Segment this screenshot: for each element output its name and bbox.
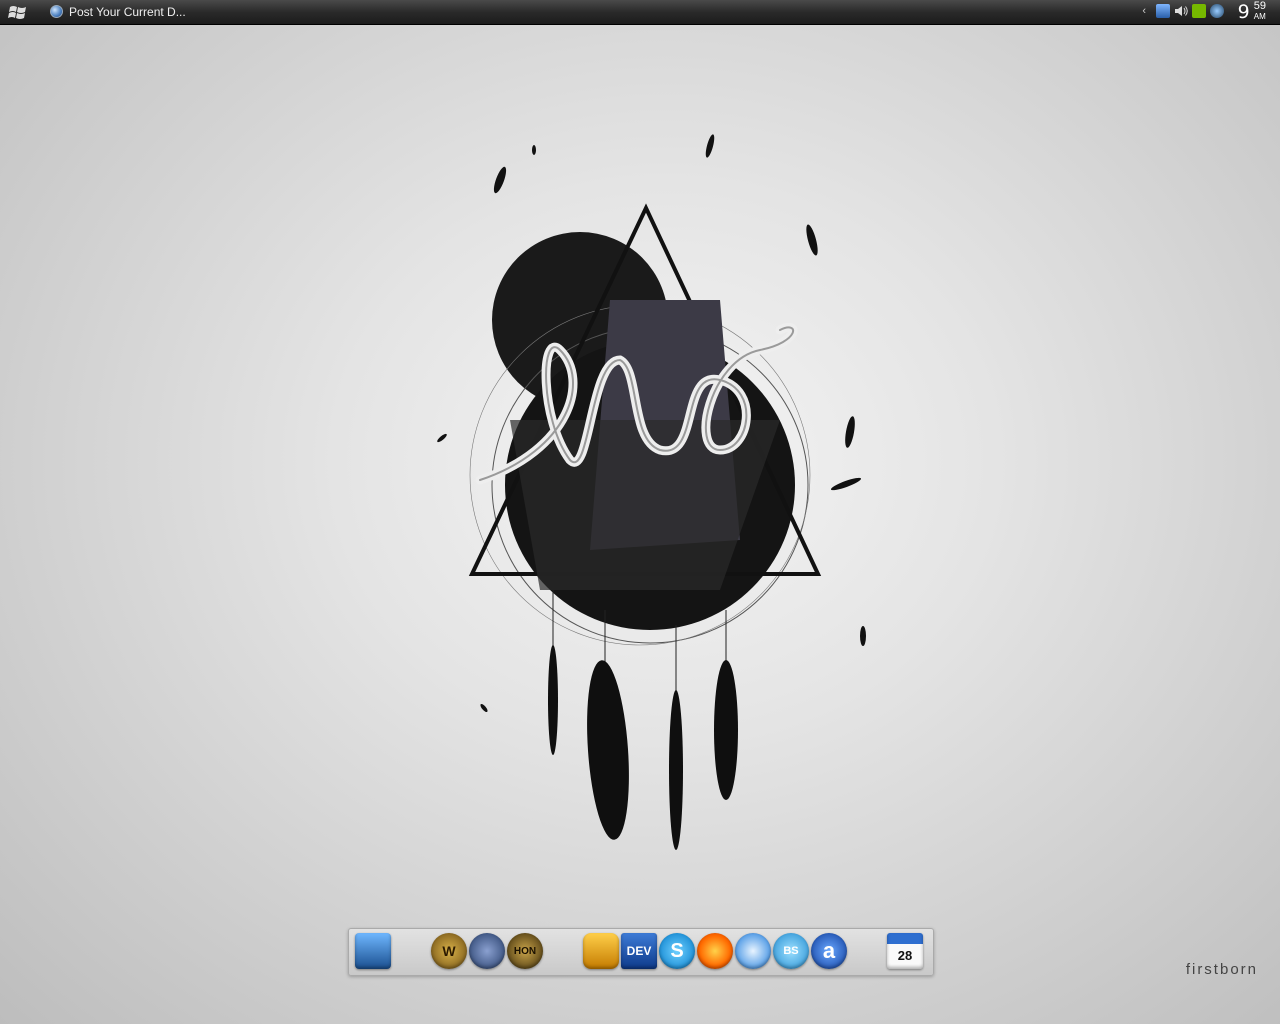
dev-cpp-icon[interactable]: DEV [621,933,657,969]
safari-icon[interactable] [735,933,771,969]
tray-expand-arrow[interactable]: ‹ [1142,5,1146,17]
clock-hour: 9 [1237,1,1250,23]
nvidia-icon[interactable] [1192,4,1206,18]
window-title: Post Your Current D... [69,4,186,19]
aim-icon[interactable]: a [811,933,847,969]
dock: W HON DEV S BS a 28 [348,928,934,976]
clock-minute: 59 [1253,0,1266,12]
network-icon[interactable] [1156,4,1170,18]
taskbar-window-button[interactable]: Post Your Current D... [46,2,200,21]
world-of-warcraft-icon[interactable]: W [431,933,467,969]
update-icon[interactable] [1210,4,1224,18]
system-tray: ‹ [1142,4,1224,18]
wallpaper-dreamcatcher-art [437,134,866,850]
volume-icon[interactable] [1174,4,1188,18]
clock-ampm: AM [1253,12,1266,21]
calendar-icon[interactable]: 28 [887,933,923,969]
heroes-of-newerth-icon[interactable]: HON [507,933,543,969]
winamp-icon[interactable] [583,933,619,969]
skype-icon[interactable]: S [659,933,695,969]
taskbar: Post Your Current D... ‹ 9 59 AM [0,0,1280,25]
browser-globe-icon [50,5,63,18]
bs-player-icon[interactable]: BS [773,933,809,969]
windows-start-icon[interactable] [8,4,28,20]
clock[interactable]: 9 59 AM [1238,0,1266,24]
desktop-monitor-icon[interactable] [355,933,391,969]
wallpaper-brand-text: firstborn [1185,961,1258,978]
firefox-icon[interactable] [697,933,733,969]
counter-strike-icon[interactable] [469,933,505,969]
